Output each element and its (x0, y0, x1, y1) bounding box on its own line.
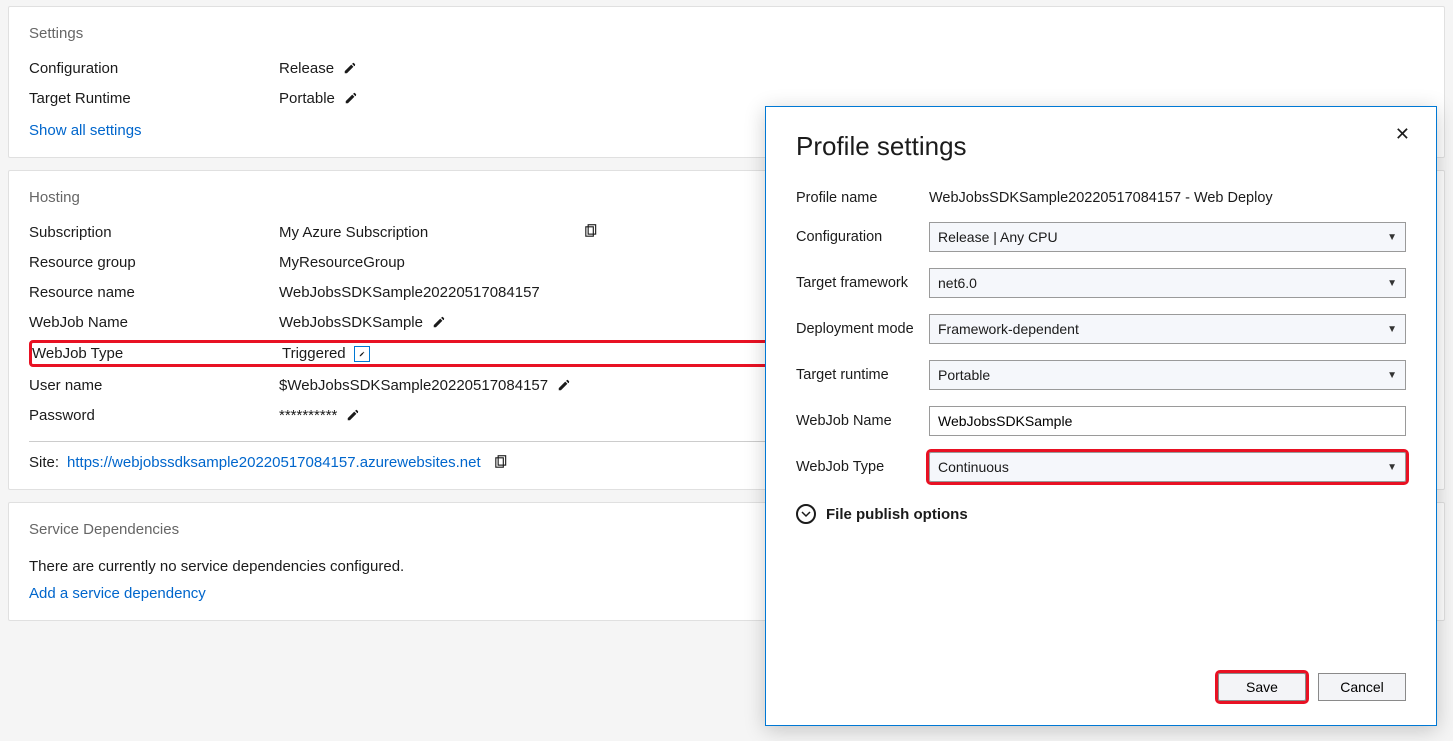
webjob-type-select[interactable]: Continuous ▼ (929, 452, 1406, 482)
webjob-name-value: WebJobsSDKSample (279, 314, 447, 331)
webjob-type-text: Triggered (282, 345, 346, 362)
deployment-mode-select[interactable]: Framework-dependent ▼ (929, 314, 1406, 344)
chevron-down-icon: ▼ (1387, 232, 1397, 243)
resource-name-label: Resource name (29, 284, 279, 301)
chevron-down-icon: ▼ (1387, 370, 1397, 381)
dialog-target-runtime-label: Target runtime (796, 367, 929, 383)
cancel-button[interactable]: Cancel (1318, 673, 1406, 701)
dialog-webjob-type-label: WebJob Type (796, 459, 929, 475)
copy-site-icon[interactable] (493, 455, 509, 471)
save-button[interactable]: Save (1218, 673, 1306, 701)
target-runtime-value: Portable (279, 90, 359, 107)
edit-configuration-icon[interactable] (342, 60, 358, 76)
dialog-webjob-name-label: WebJob Name (796, 413, 929, 429)
dialog-webjob-name-row: WebJob Name (796, 406, 1406, 436)
target-runtime-select-text: Portable (938, 367, 990, 383)
file-publish-options-expander[interactable]: File publish options (796, 504, 1406, 524)
target-framework-select[interactable]: net6.0 ▼ (929, 268, 1406, 298)
webjob-name-label: WebJob Name (29, 314, 279, 331)
password-text: ********** (279, 407, 337, 424)
subscription-text: My Azure Subscription (279, 224, 428, 241)
configuration-label: Configuration (29, 60, 279, 77)
dialog-footer: Save Cancel (796, 673, 1406, 701)
close-dialog-button[interactable]: ✕ (1389, 123, 1416, 145)
chevron-down-icon: ▼ (1387, 462, 1397, 473)
webjob-name-text: WebJobsSDKSample (279, 314, 423, 331)
resource-group-text: MyResourceGroup (279, 254, 405, 271)
target-framework-label: Target framework (796, 275, 929, 291)
profile-name-row: Profile name WebJobsSDKSample20220517084… (796, 190, 1406, 206)
deployment-mode-select-text: Framework-dependent (938, 321, 1079, 337)
chevron-down-icon: ▼ (1387, 278, 1397, 289)
webjob-type-value: Triggered (282, 345, 370, 362)
settings-title: Settings (29, 25, 1424, 42)
deployment-mode-row: Deployment mode Framework-dependent ▼ (796, 314, 1406, 344)
webjob-type-select-text: Continuous (938, 459, 1009, 475)
profile-name-label: Profile name (796, 190, 929, 206)
copy-subscription-icon[interactable] (583, 224, 599, 240)
configuration-value: Release (279, 60, 358, 77)
edit-webjob-name-icon[interactable] (431, 314, 447, 330)
expand-icon (796, 504, 816, 524)
target-runtime-label: Target Runtime (29, 90, 279, 107)
edit-password-icon[interactable] (345, 407, 361, 423)
show-all-settings-link[interactable]: Show all settings (29, 122, 142, 139)
deployment-mode-label: Deployment mode (796, 321, 929, 337)
site-link[interactable]: https://webjobssdksample20220517084157.a… (67, 454, 481, 471)
target-framework-select-text: net6.0 (938, 275, 977, 291)
password-label: Password (29, 407, 279, 424)
site-label: Site: (29, 454, 59, 471)
password-value: ********** (279, 407, 361, 424)
dialog-webjob-type-row: WebJob Type Continuous ▼ (796, 452, 1406, 482)
profile-settings-dialog: ✕ Profile settings Profile name WebJobsS… (765, 106, 1437, 726)
configuration-text: Release (279, 60, 334, 77)
edit-target-runtime-icon[interactable] (343, 90, 359, 106)
resource-group-label: Resource group (29, 254, 279, 271)
profile-name-value: WebJobsSDKSample20220517084157 - Web Dep… (929, 190, 1406, 206)
user-name-text: $WebJobsSDKSample20220517084157 (279, 377, 548, 394)
webjob-name-input[interactable] (929, 406, 1406, 436)
dialog-target-runtime-row: Target runtime Portable ▼ (796, 360, 1406, 390)
file-publish-label: File publish options (826, 506, 968, 523)
target-framework-row: Target framework net6.0 ▼ (796, 268, 1406, 298)
configuration-row: Configuration Release (29, 56, 1424, 80)
subscription-value: My Azure Subscription (279, 224, 599, 241)
user-name-label: User name (29, 377, 279, 394)
edit-webjob-type-icon[interactable] (354, 346, 370, 362)
webjob-type-label: WebJob Type (32, 345, 282, 362)
dialog-configuration-row: Configuration Release | Any CPU ▼ (796, 222, 1406, 252)
edit-user-name-icon[interactable] (556, 377, 572, 393)
chevron-down-icon: ▼ (1387, 324, 1397, 335)
dialog-configuration-label: Configuration (796, 229, 929, 245)
configuration-select-text: Release | Any CPU (938, 229, 1058, 245)
target-runtime-text: Portable (279, 90, 335, 107)
user-name-value: $WebJobsSDKSample20220517084157 (279, 377, 572, 394)
configuration-select[interactable]: Release | Any CPU ▼ (929, 222, 1406, 252)
resource-name-text: WebJobsSDKSample20220517084157 (279, 284, 540, 301)
target-runtime-select[interactable]: Portable ▼ (929, 360, 1406, 390)
subscription-label: Subscription (29, 224, 279, 241)
dialog-title: Profile settings (796, 131, 1406, 162)
add-service-dependency-link[interactable]: Add a service dependency (29, 585, 206, 602)
